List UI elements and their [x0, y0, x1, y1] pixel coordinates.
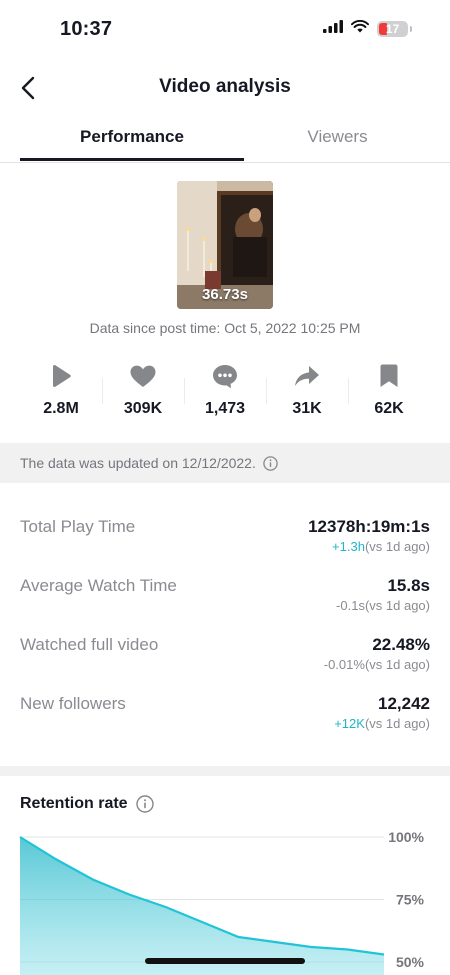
metric-average-watch-time: Average Watch Time 15.8s -0.1s(vs 1d ago…	[20, 564, 430, 623]
stat-saves: 62K	[348, 360, 430, 430]
metric-total-play-time: Total Play Time 12378h:19m:1s +1.3h(vs 1…	[20, 505, 430, 564]
play-icon	[47, 362, 75, 390]
page-title: Video analysis	[159, 76, 291, 97]
video-thumbnail[interactable]: 36.73s	[177, 181, 273, 309]
battery-icon: 17	[377, 21, 408, 37]
wifi-icon	[351, 19, 369, 38]
stat-value: 62K	[374, 400, 404, 417]
share-icon	[293, 362, 321, 390]
heart-icon	[129, 362, 157, 390]
bookmark-icon	[375, 362, 403, 390]
delta-value: +1.3h	[332, 539, 365, 554]
stats-row: 2.8M 309K 1,473 31K 62K	[20, 360, 430, 430]
metric-new-followers: New followers 12,242 +12K(vs 1d ago)	[20, 682, 430, 741]
battery-percent: 17	[385, 22, 400, 36]
metric-value: 12378h:19m:1s	[308, 517, 430, 536]
y-tick-label: 100%	[388, 829, 424, 845]
stat-value: 2.8M	[43, 400, 79, 417]
metric-watched-full-video: Watched full video 22.48% -0.01%(vs 1d a…	[20, 623, 430, 682]
nav-header: Video analysis	[0, 60, 450, 116]
metric-value: 15.8s	[387, 576, 430, 595]
metric-label: Average Watch Time	[20, 576, 177, 595]
section-divider	[0, 766, 450, 776]
stat-likes: 309K	[102, 360, 184, 430]
tab-bar: Performance Viewers	[0, 118, 450, 163]
stat-plays: 2.8M	[20, 360, 102, 430]
metric-value: 22.48%	[372, 635, 430, 654]
status-time: 10:37	[60, 18, 113, 40]
signal-icon	[323, 20, 343, 38]
metric-delta: -0.01%(vs 1d ago)	[324, 657, 430, 672]
tab-performance[interactable]: Performance	[20, 118, 244, 162]
active-tab-indicator	[20, 158, 244, 161]
y-tick-label: 50%	[396, 954, 425, 970]
metric-delta: +12K(vs 1d ago)	[334, 716, 430, 731]
delta-comparison: (vs 1d ago)	[364, 716, 430, 731]
retention-title: Retention rate	[20, 795, 128, 812]
delta-value: -0.01%	[323, 657, 365, 672]
status-icons: 17	[323, 19, 412, 38]
delta-comparison: (vs 1d ago)	[364, 657, 430, 672]
y-tick-label: 75%	[396, 892, 425, 908]
stat-value: 31K	[292, 400, 322, 417]
stat-shares: 31K	[266, 360, 348, 430]
stat-value: 1,473	[204, 400, 246, 417]
stat-value: 309K	[123, 400, 163, 417]
delta-comparison: (vs 1d ago)	[364, 539, 430, 554]
post-time: Data since post time: Oct 5, 2022 10:25 …	[89, 320, 361, 336]
retention-chart: 100% 75% 50%	[19, 829, 425, 975]
home-indicator	[145, 958, 305, 964]
metric-delta: -0.1s(vs 1d ago)	[336, 598, 430, 613]
metric-label: Watched full video	[20, 635, 159, 654]
metric-label: New followers	[20, 694, 126, 713]
stat-comments: 1,473	[184, 360, 266, 430]
metric-label: Total Play Time	[20, 517, 136, 536]
metric-delta: +1.3h(vs 1d ago)	[332, 539, 430, 554]
battery-tip	[410, 26, 412, 32]
delta-comparison: (vs 1d ago)	[364, 598, 430, 613]
retention-area	[20, 837, 384, 975]
metrics-list: Total Play Time 12378h:19m:1s +1.3h(vs 1…	[20, 505, 430, 741]
retention-header: Retention rate	[20, 795, 154, 813]
delta-value: -0.1s	[336, 598, 365, 613]
tab-viewers[interactable]: Viewers	[225, 118, 450, 162]
info-icon[interactable]	[135, 795, 154, 813]
metric-value: 12,242	[378, 694, 430, 713]
status-bar: 10:37 17	[0, 0, 450, 60]
update-banner: The data was updated on 12/12/2022.	[0, 443, 450, 483]
delta-value: +12K	[334, 716, 365, 731]
info-icon[interactable]	[263, 455, 278, 471]
comment-icon	[211, 362, 239, 390]
update-notice: The data was updated on 12/12/2022.	[20, 455, 256, 471]
video-duration: 36.73s	[202, 286, 248, 303]
